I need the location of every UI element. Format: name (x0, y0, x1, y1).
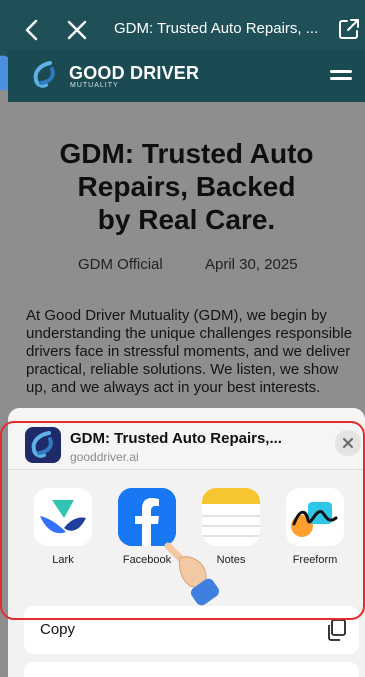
copy-label: Copy (40, 621, 76, 638)
share-app-freeform[interactable]: Freeform (284, 488, 346, 566)
article-author: GDM Official (78, 256, 163, 273)
gdm-logo-icon[interactable] (30, 60, 60, 90)
share-title: GDM: Trusted Auto Repairs,... (70, 430, 282, 447)
share-sheet-header: GDM: Trusted Auto Repairs,... gooddriver… (8, 408, 365, 470)
logo-text: GOOD DRIVER (69, 63, 200, 83)
app-label: Lark (52, 554, 74, 566)
facebook-icon (118, 488, 176, 546)
article-date: April 30, 2025 (205, 256, 298, 273)
headline-line: by Real Care. (97, 204, 276, 235)
copy-icon (328, 619, 346, 641)
article-body: At Good Driver Mutuality (GDM), we begin… (26, 307, 353, 396)
site-thumbnail-icon (25, 427, 61, 463)
copy-action[interactable]: Copy (24, 606, 359, 654)
close-share-sheet-button[interactable] (335, 430, 361, 456)
app-label: Freeform (292, 554, 338, 566)
next-action-row[interactable] (24, 662, 359, 677)
headline-line: GDM: Trusted Auto (59, 138, 314, 169)
open-external-icon[interactable] (337, 17, 361, 41)
notes-icon (202, 488, 260, 546)
share-app-lark[interactable]: Lark (32, 488, 94, 566)
share-url: gooddriver.ai (70, 450, 139, 464)
freeform-icon (286, 488, 344, 546)
close-icon (343, 438, 353, 448)
menu-icon[interactable] (330, 70, 352, 84)
tap-hand-icon (164, 542, 220, 606)
article-headline: GDM: Trusted Auto Repairs, Backed by Rea… (8, 137, 365, 236)
headline-line: Repairs, Backed (77, 171, 296, 202)
logo-subtext: MUTUALITY (70, 82, 119, 89)
site-header: GOOD DRIVER MUTUALITY (8, 50, 365, 102)
lark-icon (34, 488, 92, 546)
page-title: GDM: Trusted Auto Repairs, ... (114, 20, 319, 37)
close-icon[interactable] (66, 19, 88, 41)
back-icon[interactable] (22, 18, 42, 42)
